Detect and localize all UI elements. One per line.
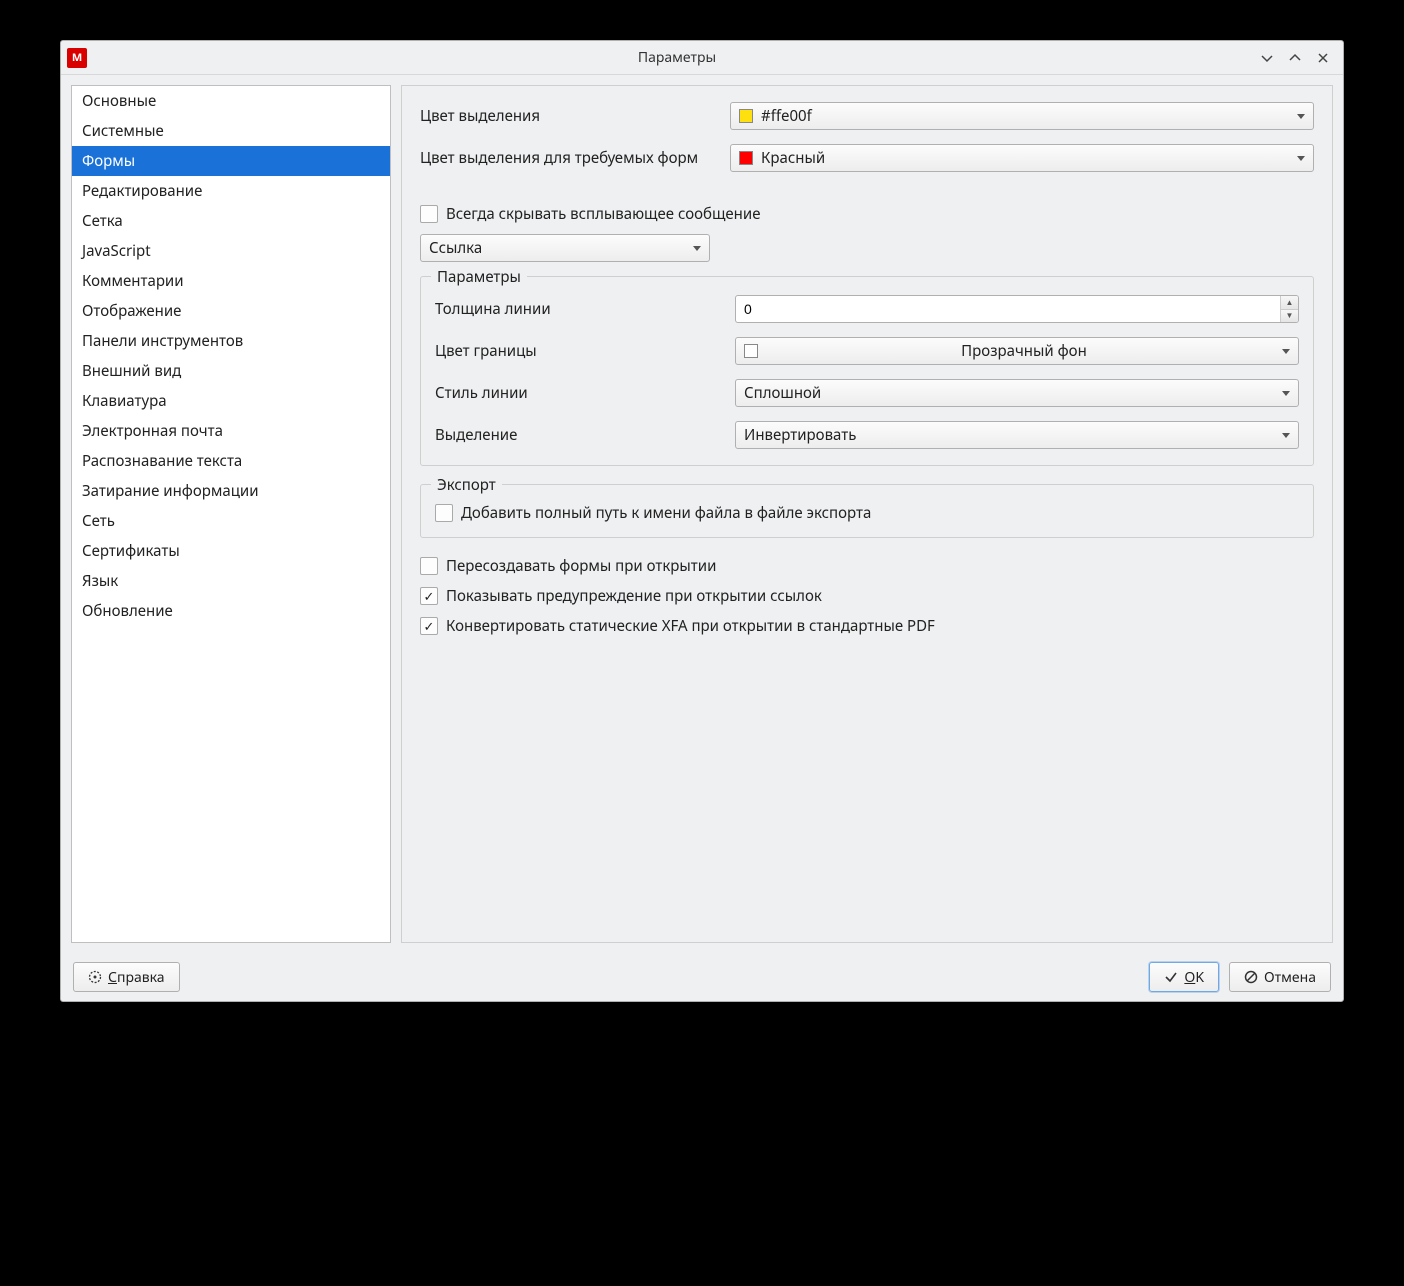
sidebar-item[interactable]: Системные bbox=[72, 116, 390, 146]
sidebar-item[interactable]: Комментарии bbox=[72, 266, 390, 296]
border-color-label: Цвет границы bbox=[435, 341, 725, 361]
sidebar-item[interactable]: Редактирование bbox=[72, 176, 390, 206]
always-hide-checkbox[interactable] bbox=[420, 205, 438, 223]
highlight-mode-combo[interactable]: Инвертировать bbox=[735, 421, 1299, 449]
recreate-forms-label: Пересоздавать формы при открытии bbox=[446, 556, 716, 576]
preferences-window: M Параметры ОсновныеСистемныеФормыРедакт… bbox=[60, 40, 1344, 1002]
ok-button[interactable]: OK bbox=[1149, 962, 1219, 992]
chevron-down-icon bbox=[1282, 433, 1290, 438]
sidebar-item[interactable]: Электронная почта bbox=[72, 416, 390, 446]
spin-down-button[interactable]: ▼ bbox=[1281, 310, 1298, 323]
always-hide-label: Всегда скрывать всплывающее сообщение bbox=[446, 204, 760, 224]
dialog-footer: Справка OK Отмена bbox=[61, 953, 1343, 1001]
line-width-spinner[interactable]: ▲ ▼ bbox=[735, 295, 1299, 323]
sidebar-item[interactable]: Панели инструментов bbox=[72, 326, 390, 356]
required-color-label: Цвет выделения для требуемых форм bbox=[420, 148, 720, 168]
titlebar: M Параметры bbox=[61, 41, 1343, 75]
parameters-group: Параметры Толщина линии ▲ ▼ Цвет границы bbox=[420, 276, 1314, 466]
help-button-label: Справка bbox=[108, 968, 165, 987]
object-type-value: Ссылка bbox=[429, 238, 482, 258]
minimize-button[interactable] bbox=[1259, 50, 1275, 66]
chevron-down-icon bbox=[1297, 114, 1305, 119]
sidebar-item[interactable]: Затирание информации bbox=[72, 476, 390, 506]
required-color-swatch bbox=[739, 151, 753, 165]
highlight-mode-label: Выделение bbox=[435, 425, 725, 445]
help-icon bbox=[88, 970, 102, 984]
spin-up-button[interactable]: ▲ bbox=[1281, 296, 1298, 310]
cancel-button-label: Отмена bbox=[1264, 968, 1316, 987]
highlight-color-swatch bbox=[739, 109, 753, 123]
line-width-input[interactable] bbox=[736, 296, 1280, 322]
sidebar-item[interactable]: Основные bbox=[72, 86, 390, 116]
required-color-combo[interactable]: Красный bbox=[730, 144, 1314, 172]
settings-panel: Цвет выделения #ffe00f Цвет выделения дл… bbox=[401, 85, 1333, 943]
sidebar-item[interactable]: Язык bbox=[72, 566, 390, 596]
convert-xfa-checkbox[interactable]: ✓ bbox=[420, 617, 438, 635]
category-sidebar[interactable]: ОсновныеСистемныеФормыРедактированиеСетк… bbox=[71, 85, 391, 943]
border-color-value: Прозрачный фон bbox=[766, 341, 1282, 361]
cancel-icon bbox=[1244, 970, 1258, 984]
line-style-value: Сплошной bbox=[744, 383, 821, 403]
sidebar-item[interactable]: Формы bbox=[72, 146, 390, 176]
cancel-button[interactable]: Отмена bbox=[1229, 962, 1331, 992]
chevron-down-icon bbox=[693, 246, 701, 251]
sidebar-item[interactable]: JavaScript bbox=[72, 236, 390, 266]
parameters-group-title: Параметры bbox=[431, 267, 527, 287]
border-color-combo[interactable]: Прозрачный фон bbox=[735, 337, 1299, 365]
sidebar-item[interactable]: Сертификаты bbox=[72, 536, 390, 566]
border-color-swatch bbox=[744, 344, 758, 358]
highlight-color-combo[interactable]: #ffe00f bbox=[730, 102, 1314, 130]
convert-xfa-label: Конвертировать статические XFA при откры… bbox=[446, 616, 935, 636]
sidebar-item[interactable]: Клавиатура bbox=[72, 386, 390, 416]
chevron-down-icon bbox=[1282, 391, 1290, 396]
app-icon: M bbox=[67, 48, 87, 68]
highlight-color-label: Цвет выделения bbox=[420, 106, 720, 126]
sidebar-item[interactable]: Распознавание текста bbox=[72, 446, 390, 476]
warn-links-label: Показывать предупреждение при открытии с… bbox=[446, 586, 822, 606]
chevron-down-icon bbox=[1282, 349, 1290, 354]
ok-button-label: OK bbox=[1184, 968, 1204, 987]
sidebar-item[interactable]: Внешний вид bbox=[72, 356, 390, 386]
chevron-down-icon bbox=[1297, 156, 1305, 161]
window-title: Параметры bbox=[95, 48, 1259, 67]
close-button[interactable] bbox=[1315, 50, 1331, 66]
help-button[interactable]: Справка bbox=[73, 962, 180, 992]
object-type-combo[interactable]: Ссылка bbox=[420, 234, 710, 262]
export-group: Экспорт Добавить полный путь к имени фай… bbox=[420, 484, 1314, 538]
sidebar-item[interactable]: Отображение bbox=[72, 296, 390, 326]
line-style-combo[interactable]: Сплошной bbox=[735, 379, 1299, 407]
check-icon bbox=[1164, 970, 1178, 984]
recreate-forms-checkbox[interactable] bbox=[420, 557, 438, 575]
line-style-label: Стиль линии bbox=[435, 383, 725, 403]
warn-links-checkbox[interactable]: ✓ bbox=[420, 587, 438, 605]
line-width-label: Толщина линии bbox=[435, 299, 725, 319]
export-group-title: Экспорт bbox=[431, 475, 502, 495]
required-color-value: Красный bbox=[761, 148, 825, 168]
sidebar-item[interactable]: Обновление bbox=[72, 596, 390, 626]
sidebar-item[interactable]: Сетка bbox=[72, 206, 390, 236]
highlight-color-value: #ffe00f bbox=[761, 106, 812, 126]
export-fullpath-checkbox[interactable] bbox=[435, 504, 453, 522]
maximize-button[interactable] bbox=[1287, 50, 1303, 66]
highlight-mode-value: Инвертировать bbox=[744, 425, 856, 445]
export-fullpath-label: Добавить полный путь к имени файла в фай… bbox=[461, 503, 871, 523]
sidebar-item[interactable]: Сеть bbox=[72, 506, 390, 536]
